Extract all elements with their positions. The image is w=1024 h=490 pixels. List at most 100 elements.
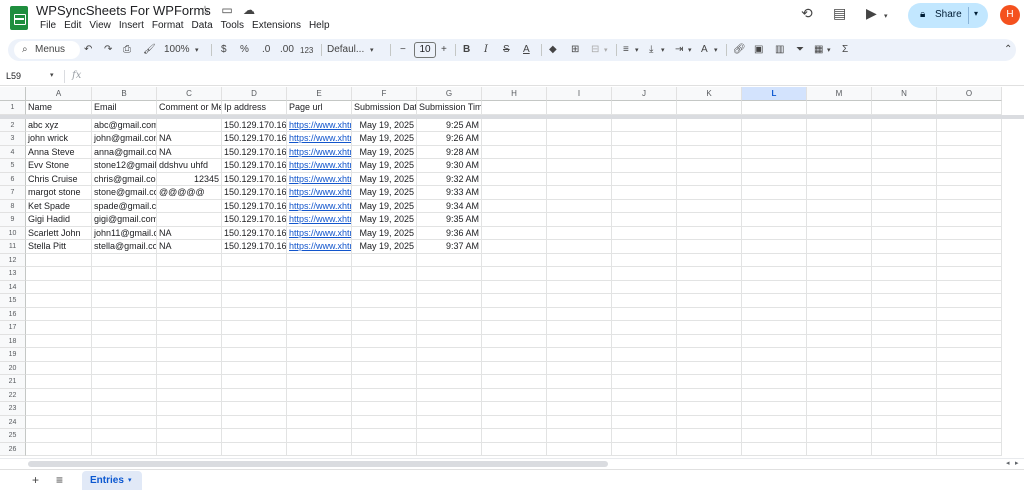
empty-cell[interactable] bbox=[157, 294, 222, 308]
empty-cell[interactable] bbox=[222, 348, 287, 362]
empty-cell[interactable] bbox=[352, 361, 417, 375]
page-url-link[interactable]: https://www.xhtm bbox=[287, 132, 352, 146]
empty-cell[interactable] bbox=[26, 415, 92, 429]
menu-insert[interactable]: Insert bbox=[115, 19, 148, 32]
empty-cell[interactable] bbox=[482, 280, 547, 294]
empty-cell[interactable] bbox=[612, 375, 677, 389]
column-header-h[interactable]: H bbox=[482, 87, 547, 101]
empty-cell[interactable] bbox=[482, 253, 547, 267]
empty-cell[interactable] bbox=[482, 226, 547, 240]
time-cell[interactable]: 9:25 AM bbox=[417, 118, 482, 132]
comment-cell[interactable]: NA bbox=[157, 240, 222, 254]
row-header[interactable]: 13 bbox=[0, 267, 26, 281]
collapse-toolbar-icon[interactable]: ⌃ bbox=[1004, 43, 1012, 57]
header-cell[interactable]: Submission Time bbox=[417, 101, 482, 115]
empty-cell[interactable] bbox=[352, 253, 417, 267]
name-cell[interactable]: john wrick bbox=[26, 132, 92, 146]
empty-cell[interactable] bbox=[547, 321, 612, 335]
insert-link-icon[interactable]: 🔗︎ bbox=[733, 43, 746, 57]
empty-cell[interactable] bbox=[222, 321, 287, 335]
empty-cell[interactable] bbox=[872, 429, 937, 443]
date-cell[interactable]: May 19, 2025 bbox=[352, 240, 417, 254]
empty-cell[interactable] bbox=[287, 321, 352, 335]
empty-cell[interactable] bbox=[157, 321, 222, 335]
column-header-b[interactable]: B bbox=[92, 87, 157, 101]
ip-cell[interactable]: 150.129.170.168 bbox=[222, 186, 287, 200]
ip-cell[interactable]: 150.129.170.168 bbox=[222, 159, 287, 173]
empty-cell[interactable] bbox=[287, 280, 352, 294]
empty-cell[interactable] bbox=[352, 402, 417, 416]
empty-cell[interactable] bbox=[547, 388, 612, 402]
column-header-g[interactable]: G bbox=[417, 87, 482, 101]
empty-cell[interactable] bbox=[482, 240, 547, 254]
empty-cell[interactable] bbox=[937, 361, 1002, 375]
empty-cell[interactable] bbox=[92, 429, 157, 443]
menu-edit[interactable]: Edit bbox=[60, 19, 85, 32]
name-cell[interactable]: Chris Cruise bbox=[26, 172, 92, 186]
column-header-a[interactable]: A bbox=[26, 87, 92, 101]
empty-cell[interactable] bbox=[222, 307, 287, 321]
empty-cell[interactable] bbox=[742, 321, 807, 335]
empty-cell[interactable] bbox=[612, 348, 677, 362]
empty-cell[interactable] bbox=[677, 307, 742, 321]
document-title[interactable]: WPSyncSheets For WPForms bbox=[36, 3, 211, 18]
empty-cell[interactable] bbox=[807, 402, 872, 416]
column-header-e[interactable]: E bbox=[287, 87, 352, 101]
empty-cell[interactable] bbox=[157, 415, 222, 429]
empty-cell[interactable] bbox=[872, 132, 937, 146]
empty-cell[interactable] bbox=[677, 334, 742, 348]
date-cell[interactable]: May 19, 2025 bbox=[352, 159, 417, 173]
empty-cell[interactable] bbox=[612, 253, 677, 267]
empty-cell[interactable] bbox=[677, 226, 742, 240]
filter-views-icon[interactable]: ▦ bbox=[814, 43, 823, 57]
empty-cell[interactable] bbox=[612, 402, 677, 416]
page-url-link[interactable]: https://www.xhtm bbox=[287, 145, 352, 159]
empty-cell[interactable] bbox=[26, 294, 92, 308]
sheet-tab-entries[interactable]: Entries ▾ bbox=[82, 471, 142, 490]
empty-cell[interactable] bbox=[742, 402, 807, 416]
empty-cell[interactable] bbox=[352, 267, 417, 281]
empty-cell[interactable] bbox=[482, 172, 547, 186]
email-cell[interactable]: anna@gmail.com bbox=[92, 145, 157, 159]
column-header-c[interactable]: C bbox=[157, 87, 222, 101]
empty-cell[interactable] bbox=[417, 294, 482, 308]
empty-cell[interactable] bbox=[26, 388, 92, 402]
empty-cell[interactable] bbox=[482, 213, 547, 227]
empty-cell[interactable] bbox=[26, 334, 92, 348]
move-folder-icon[interactable]: ▭ bbox=[219, 3, 235, 17]
empty-cell[interactable] bbox=[872, 307, 937, 321]
empty-cell[interactable] bbox=[157, 267, 222, 281]
row-header[interactable]: 10 bbox=[0, 226, 26, 240]
name-cell[interactable]: Scarlett John bbox=[26, 226, 92, 240]
empty-cell[interactable] bbox=[482, 118, 547, 132]
italic-icon[interactable]: I bbox=[484, 43, 488, 57]
empty-cell[interactable] bbox=[742, 101, 807, 115]
empty-cell[interactable] bbox=[742, 429, 807, 443]
empty-cell[interactable] bbox=[547, 213, 612, 227]
empty-cell[interactable] bbox=[417, 375, 482, 389]
empty-cell[interactable] bbox=[742, 145, 807, 159]
empty-cell[interactable] bbox=[612, 334, 677, 348]
horizontal-align-icon[interactable]: ≡ bbox=[623, 43, 629, 57]
empty-cell[interactable] bbox=[157, 375, 222, 389]
comment-cell[interactable]: @@@@@ bbox=[157, 186, 222, 200]
empty-cell[interactable] bbox=[677, 442, 742, 456]
empty-cell[interactable] bbox=[612, 226, 677, 240]
empty-cell[interactable] bbox=[677, 321, 742, 335]
empty-cell[interactable] bbox=[937, 415, 1002, 429]
empty-cell[interactable] bbox=[92, 294, 157, 308]
spreadsheet-grid[interactable]: A B C D E F G H I J K L M N O 1 Name Email Comment or Me Ip… bbox=[0, 87, 1024, 457]
comment-cell[interactable]: ddshvu uhfd bbox=[157, 159, 222, 173]
all-sheets-icon[interactable]: ≡ bbox=[56, 473, 63, 487]
meet-dropdown-icon[interactable]: ▾ bbox=[884, 10, 888, 24]
fill-color-icon[interactable]: ◆ bbox=[549, 43, 557, 57]
empty-cell[interactable] bbox=[352, 321, 417, 335]
time-cell[interactable]: 9:36 AM bbox=[417, 226, 482, 240]
comment-cell[interactable]: NA bbox=[157, 145, 222, 159]
empty-cell[interactable] bbox=[92, 361, 157, 375]
empty-cell[interactable] bbox=[872, 226, 937, 240]
empty-cell[interactable] bbox=[417, 280, 482, 294]
empty-cell[interactable] bbox=[547, 226, 612, 240]
empty-cell[interactable] bbox=[742, 226, 807, 240]
empty-cell[interactable] bbox=[612, 118, 677, 132]
